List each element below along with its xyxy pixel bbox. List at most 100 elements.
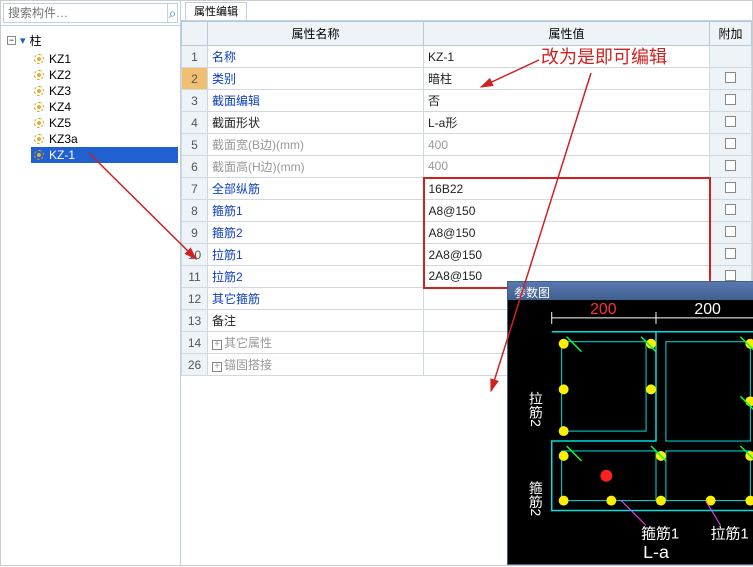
header-extra: 附加	[710, 22, 752, 46]
property-row[interactable]: 2类别暗柱	[182, 68, 752, 90]
header-name: 属性名称	[208, 22, 424, 46]
tab-property-edit[interactable]: 属性编辑	[185, 2, 247, 20]
column-icon	[33, 85, 45, 97]
header-rownum	[182, 22, 208, 46]
prop-value[interactable]: KZ-1	[424, 46, 710, 68]
row-number: 10	[182, 244, 208, 266]
column-icon	[33, 149, 45, 161]
prop-value[interactable]: 暗柱	[424, 68, 710, 90]
prop-value[interactable]: A8@150	[424, 200, 710, 222]
prop-name: 类别	[208, 68, 424, 90]
tree-node-KZ3[interactable]: KZ3	[31, 83, 178, 99]
extra-checkbox[interactable]	[725, 72, 736, 83]
property-row[interactable]: 10拉筋12A8@150	[182, 244, 752, 266]
row-number: 5	[182, 134, 208, 156]
label-shape: L-a	[643, 542, 669, 560]
prop-value[interactable]: A8@150	[424, 222, 710, 244]
row-number: 2	[182, 68, 208, 90]
row-number: 13	[182, 310, 208, 332]
tree-node-KZ5[interactable]: KZ5	[31, 115, 178, 131]
row-number: 14	[182, 332, 208, 354]
row-number: 3	[182, 90, 208, 112]
navigator-panel: ⌕ − ▾ 柱 KZ1KZ2KZ3 KZ4KZ5KZ3aKZ-1	[1, 1, 181, 565]
extra-checkbox[interactable]	[725, 204, 736, 215]
property-row[interactable]: 8箍筋1A8@150	[182, 200, 752, 222]
prop-name: 拉筋2	[208, 266, 424, 288]
property-row[interactable]: 6截面高(H边)(mm)400	[182, 156, 752, 178]
extra-cell	[710, 178, 752, 200]
column-icon	[33, 101, 45, 113]
tree-root-label: 柱	[30, 32, 42, 49]
column-icon	[33, 117, 45, 129]
row-number: 26	[182, 354, 208, 376]
prop-name: 箍筋2	[208, 222, 424, 244]
expand-icon[interactable]: +	[212, 340, 222, 350]
tree-root[interactable]: − ▾ 柱	[3, 30, 178, 51]
tree-node-KZ4[interactable]: KZ4	[31, 99, 178, 115]
row-number: 9	[182, 222, 208, 244]
extra-checkbox[interactable]	[725, 270, 736, 281]
prop-value[interactable]: 2A8@150	[424, 244, 710, 266]
prop-name: 拉筋1	[208, 244, 424, 266]
tree-node-KZ-1[interactable]: KZ-1	[31, 147, 178, 163]
extra-checkbox[interactable]	[725, 160, 736, 171]
property-row[interactable]: 9箍筋2A8@150	[182, 222, 752, 244]
row-number: 11	[182, 266, 208, 288]
extra-cell	[710, 68, 752, 90]
column-icon	[33, 53, 45, 65]
collapse-icon[interactable]: −	[7, 36, 16, 45]
tree-node-KZ1[interactable]: KZ1	[31, 51, 178, 67]
row-number: 7	[182, 178, 208, 200]
extra-cell	[710, 46, 752, 68]
prop-name: +锚固搭接	[208, 354, 424, 376]
prop-value[interactable]: 400	[424, 134, 710, 156]
property-row[interactable]: 7全部纵筋16B22	[182, 178, 752, 200]
prop-value[interactable]: L-a形	[424, 112, 710, 134]
expand-icon[interactable]: +	[212, 362, 222, 372]
tree-node-label: KZ3	[49, 84, 71, 98]
extra-checkbox[interactable]	[725, 248, 736, 259]
extra-cell	[710, 156, 752, 178]
extra-checkbox[interactable]	[725, 116, 736, 127]
tree-node-KZ3a[interactable]: KZ3a	[31, 131, 178, 147]
extra-checkbox[interactable]	[725, 138, 736, 149]
tree-node-KZ2[interactable]: KZ2	[31, 67, 178, 83]
prop-name: 截面编辑	[208, 90, 424, 112]
tree-node-label: KZ3a	[49, 132, 78, 146]
search-icon: ⌕	[169, 5, 177, 21]
extra-cell	[710, 90, 752, 112]
tree-node-label: KZ4	[49, 100, 71, 114]
parameter-diagram: 参数图 200 200 200 200	[507, 281, 753, 565]
column-icon	[33, 69, 45, 81]
column-icon	[33, 133, 45, 145]
prop-value[interactable]: 否	[424, 90, 710, 112]
prop-name: 全部纵筋	[208, 178, 424, 200]
property-row[interactable]: 4截面形状L-a形	[182, 112, 752, 134]
tab-bar: 属性编辑	[181, 1, 752, 21]
label-gujin2: 箍筋2	[528, 480, 544, 517]
property-row[interactable]: 3截面编辑否	[182, 90, 752, 112]
prop-value[interactable]: 400	[424, 156, 710, 178]
label-lashin1: 拉筋1	[711, 525, 749, 542]
property-row[interactable]: 5截面宽(B边)(mm)400	[182, 134, 752, 156]
label-lashin2: 拉筋2	[528, 391, 544, 427]
search-input[interactable]	[3, 3, 168, 23]
diagram-svg: 200 200 200 200	[512, 302, 753, 560]
prop-name: 截面形状	[208, 112, 424, 134]
header-value: 属性值	[424, 22, 710, 46]
prop-name: 备注	[208, 310, 424, 332]
row-number: 4	[182, 112, 208, 134]
row-number: 12	[182, 288, 208, 310]
extra-checkbox[interactable]	[725, 182, 736, 193]
property-row[interactable]: 1名称KZ-1	[182, 46, 752, 68]
row-number: 1	[182, 46, 208, 68]
prop-value[interactable]: 16B22	[424, 178, 710, 200]
tree-node-label: KZ1	[49, 52, 71, 66]
extra-checkbox[interactable]	[725, 94, 736, 105]
row-number: 6	[182, 156, 208, 178]
search-button[interactable]: ⌕	[168, 3, 178, 23]
filter-icon[interactable]: ▾	[20, 34, 26, 47]
extra-checkbox[interactable]	[725, 226, 736, 237]
component-tree: − ▾ 柱 KZ1KZ2KZ3 KZ4KZ5KZ3aKZ-1	[1, 26, 180, 167]
row-number: 8	[182, 200, 208, 222]
